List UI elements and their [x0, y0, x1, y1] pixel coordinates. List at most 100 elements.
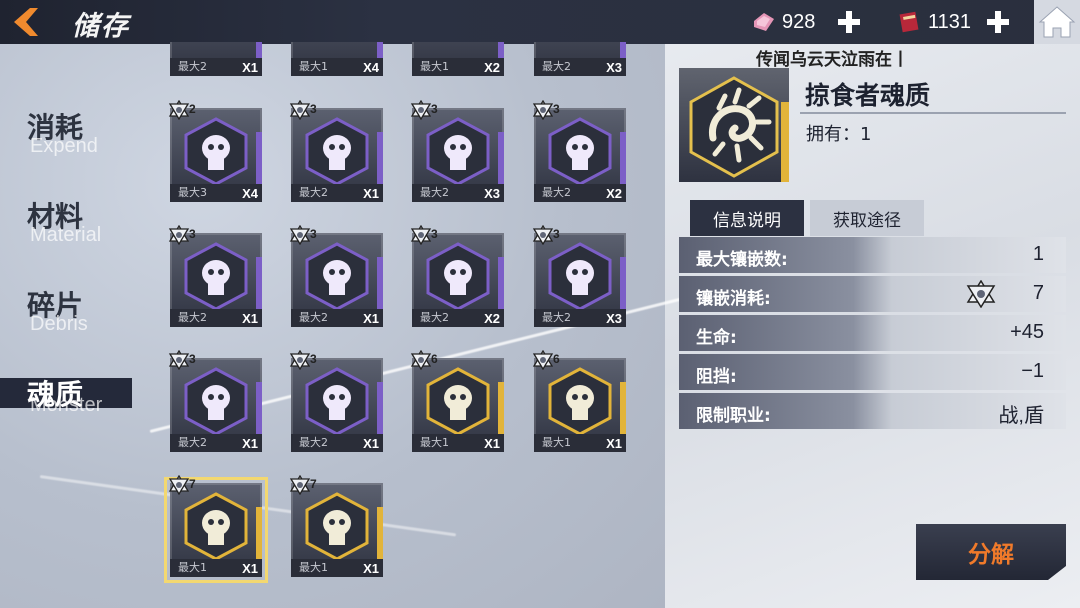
gem-ticket-icon [754, 13, 774, 31]
max-label: 最大1 [299, 561, 328, 574]
helmet-skull-icon [184, 242, 248, 311]
anchor-shield-icon [548, 367, 612, 436]
resource-book: 1131 [898, 7, 971, 37]
level-value: 2 [189, 102, 196, 116]
stat-row: 限制职业: 战,盾 [679, 393, 1066, 429]
max-label: 最大2 [178, 436, 207, 449]
resource-book-value: 1131 [928, 10, 972, 33]
level-badge: 3 [289, 350, 329, 370]
level-value: 3 [431, 102, 438, 116]
decompose-button[interactable]: 分解 [916, 524, 1066, 580]
level-badge: 3 [168, 350, 208, 370]
hexagram-level-icon [532, 100, 554, 120]
item-card[interactable]: 最大2 X1 3 [289, 350, 383, 452]
level-badge: 2 [168, 100, 208, 120]
stats-table: 最大镶嵌数: 1 镶嵌消耗: 7 生命: +45 阻挡: −1 限制职业: 战,… [679, 237, 1066, 432]
max-label: 最大1 [542, 436, 571, 449]
item-card[interactable]: 最大1 X1 7 [164, 475, 268, 583]
level-badge: 7 [289, 475, 329, 495]
count-label: X4 [363, 60, 379, 75]
hexagram-cost-icon [966, 280, 996, 308]
stat-label: 镶嵌消耗: [696, 289, 771, 309]
count-label: X3 [606, 60, 622, 75]
stat-value: −1 [1021, 360, 1044, 382]
level-badge: 3 [289, 225, 329, 245]
menu-material-sub: Material [30, 224, 102, 246]
max-label: 最大2 [420, 311, 449, 324]
back-button[interactable] [10, 4, 50, 40]
item-card[interactable]: 最大2 X2 3 [532, 100, 626, 202]
tab-source[interactable]: 获取途径 [810, 200, 924, 236]
level-value: 3 [431, 227, 438, 241]
resource-crystal-value: 928 [782, 10, 816, 33]
count-label: X1 [606, 436, 622, 451]
hexagram-level-icon [168, 475, 190, 495]
menu-material[interactable]: 材料 Material [0, 200, 140, 246]
demon-mask-icon [548, 117, 612, 186]
level-value: 7 [310, 477, 317, 491]
resource-crystal: 928 [752, 7, 815, 37]
tab-info[interactable]: 信息说明 [690, 200, 804, 236]
max-label: 最大1 [420, 60, 449, 73]
plus-icon [987, 11, 1009, 33]
max-label: 最大2 [178, 311, 207, 324]
level-badge: 7 [168, 475, 208, 495]
item-card[interactable]: 最大1 X1 6 [410, 350, 504, 452]
stat-row: 镶嵌消耗: 7 [679, 276, 1066, 312]
home-button[interactable] [1034, 0, 1080, 44]
insect-skull-icon [426, 367, 490, 436]
level-badge: 3 [410, 100, 450, 120]
max-label: 最大2 [299, 436, 328, 449]
stat-value: +45 [1010, 321, 1044, 343]
max-label: 最大2 [420, 186, 449, 199]
home-icon [1038, 6, 1076, 38]
level-value: 3 [189, 352, 196, 366]
horned-beast-icon [184, 117, 248, 186]
stat-value: 7 [1032, 282, 1044, 304]
level-badge: 3 [532, 225, 572, 245]
stat-row: 生命: +45 [679, 315, 1066, 351]
add-crystal-button[interactable] [836, 9, 862, 35]
hexagram-level-icon [168, 225, 190, 245]
level-badge: 6 [532, 350, 572, 370]
item-card[interactable]: 最大3 X4 2 [168, 100, 262, 202]
item-card[interactable]: 最大1 X1 6 [532, 350, 626, 452]
item-card[interactable]: 最大2 X2 3 [410, 225, 504, 327]
max-label: 最大2 [299, 311, 328, 324]
menu-debris[interactable]: 碎片 Debris [0, 289, 140, 335]
red-book-icon [899, 11, 919, 33]
item-card[interactable]: 最大2 X1 3 [168, 225, 262, 327]
item-card[interactable]: 最大1 X1 7 [289, 475, 383, 577]
level-value: 6 [431, 352, 438, 366]
detail-owned: 拥有：1 [806, 124, 872, 145]
count-label: X1 [242, 311, 258, 326]
level-value: 3 [553, 227, 560, 241]
detail-rarity-edge [781, 102, 789, 182]
hexagram-level-icon [289, 225, 311, 245]
item-card[interactable]: 最大2 X3 3 [410, 100, 504, 202]
menu-expend[interactable]: 消耗 Expend [0, 111, 140, 157]
level-value: 3 [310, 102, 317, 116]
spiked-mask-icon [426, 242, 490, 311]
count-label: X2 [606, 186, 622, 201]
item-card[interactable]: 最大2 X1 3 [289, 100, 383, 202]
hexagram-level-icon [168, 350, 190, 370]
count-label: X1 [363, 561, 379, 576]
hexagram-level-icon [410, 225, 432, 245]
count-label: X2 [484, 311, 500, 326]
item-card[interactable]: 最大2 X3 3 [532, 225, 626, 327]
level-badge: 6 [410, 350, 450, 370]
stat-value: 1 [1032, 243, 1044, 265]
count-label: X3 [606, 311, 622, 326]
add-book-button[interactable] [985, 9, 1011, 35]
item-card[interactable]: 最大2 X1 3 [168, 350, 262, 452]
max-label: 最大2 [542, 311, 571, 324]
menu-monster[interactable]: 魂质 Monster [0, 378, 132, 416]
max-label: 最大2 [542, 60, 571, 73]
count-label: X1 [484, 436, 500, 451]
level-value: 3 [189, 227, 196, 241]
count-label: X1 [363, 311, 379, 326]
hexagram-level-icon [410, 100, 432, 120]
item-card[interactable]: 最大2 X1 3 [289, 225, 383, 327]
count-label: X1 [242, 60, 258, 75]
